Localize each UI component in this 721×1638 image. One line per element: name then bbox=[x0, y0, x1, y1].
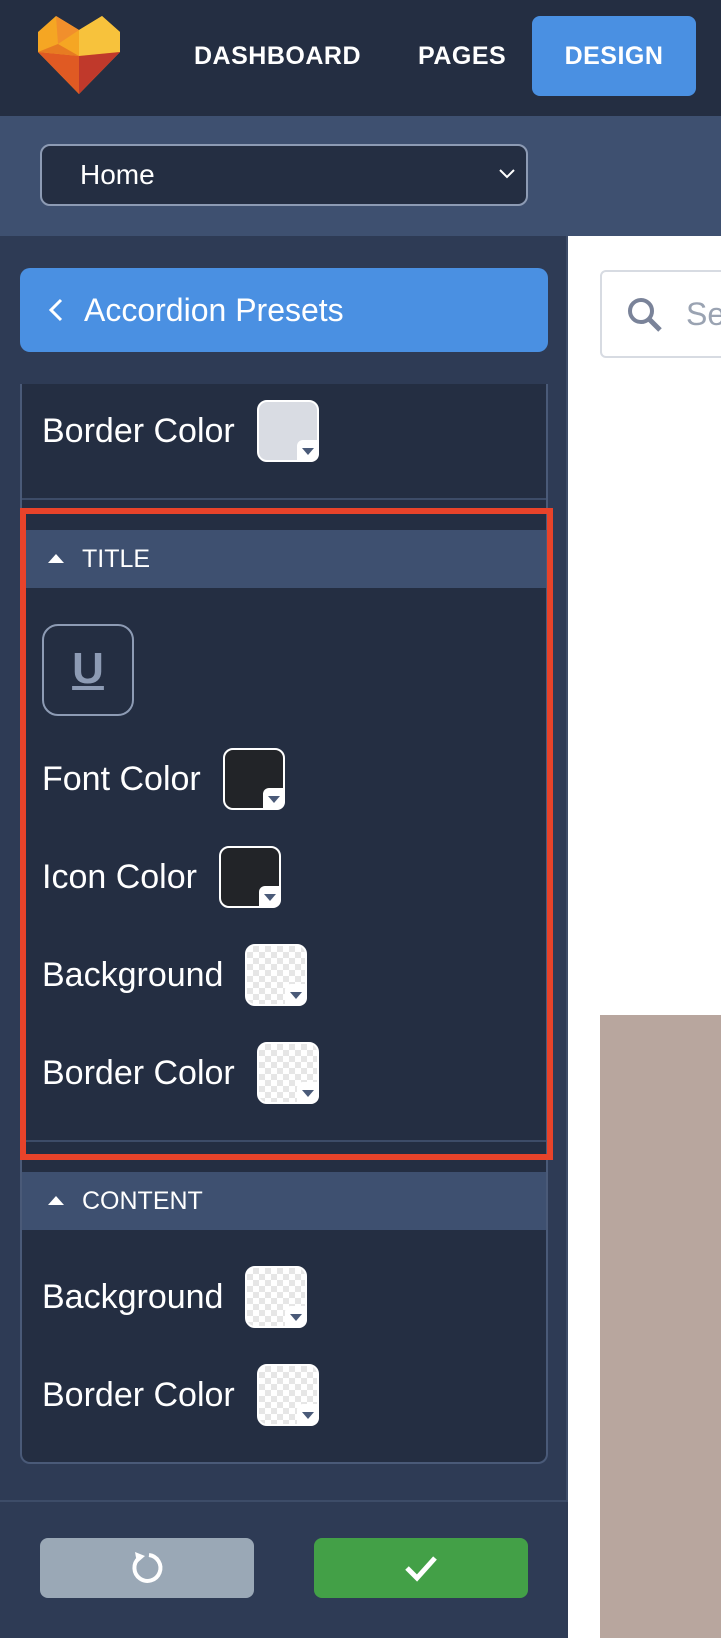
content-border-color-label: Border Color bbox=[42, 1375, 235, 1414]
search-box[interactable]: Sea bbox=[600, 270, 721, 358]
content-border-color-row: Border Color bbox=[42, 1362, 319, 1428]
caret-up-icon bbox=[48, 554, 64, 563]
title-border-color-row: Border Color bbox=[42, 1040, 319, 1106]
icon-color-row: Icon Color bbox=[42, 844, 281, 910]
nav-design[interactable]: DESIGN bbox=[532, 16, 696, 96]
title-border-color-swatch[interactable] bbox=[256, 1042, 319, 1104]
icon-color-swatch[interactable] bbox=[218, 846, 281, 908]
title-section-header[interactable]: TITLE bbox=[22, 530, 546, 588]
preview-image bbox=[600, 1015, 721, 1638]
content-background-swatch[interactable] bbox=[245, 1266, 308, 1328]
content-background-label: Background bbox=[42, 1277, 224, 1316]
logo-icon[interactable] bbox=[38, 16, 120, 96]
content-border-color-swatch[interactable] bbox=[256, 1364, 319, 1426]
content-background-row: Background bbox=[42, 1264, 308, 1330]
dropdown-arrow-icon bbox=[296, 1404, 319, 1426]
dropdown-arrow-icon bbox=[285, 984, 308, 1006]
search-input[interactable]: Sea bbox=[686, 272, 721, 356]
confirm-button[interactable] bbox=[314, 1538, 528, 1598]
title-background-label: Background bbox=[42, 955, 224, 994]
font-color-swatch[interactable] bbox=[222, 748, 285, 810]
icon-color-label: Icon Color bbox=[42, 857, 197, 896]
dropdown-arrow-icon bbox=[296, 440, 319, 462]
font-color-label: Font Color bbox=[42, 759, 201, 798]
back-button-label: Accordion Presets bbox=[84, 292, 344, 328]
title-background-row: Background bbox=[42, 942, 308, 1008]
border-color-label: Border Color bbox=[42, 411, 235, 450]
dropdown-arrow-icon bbox=[296, 1082, 319, 1104]
title-background-swatch[interactable] bbox=[245, 944, 308, 1006]
search-icon bbox=[628, 298, 662, 332]
chevron-down-icon bbox=[499, 169, 515, 179]
content-section-label: CONTENT bbox=[82, 1187, 203, 1215]
check-icon bbox=[405, 1556, 437, 1582]
border-color-row: Border Color bbox=[42, 398, 319, 464]
border-color-swatch[interactable] bbox=[256, 400, 319, 462]
reset-icon bbox=[132, 1552, 163, 1583]
page-select-value: Home bbox=[80, 159, 155, 190]
title-section-label: TITLE bbox=[82, 545, 151, 573]
font-color-row: Font Color bbox=[42, 746, 285, 812]
dropdown-arrow-icon bbox=[258, 886, 281, 908]
nav-dashboard[interactable]: DASHBOARD bbox=[194, 16, 361, 96]
dropdown-arrow-icon bbox=[285, 1306, 308, 1328]
caret-up-icon bbox=[48, 1196, 64, 1205]
page-select[interactable]: Home bbox=[40, 144, 528, 206]
back-button[interactable]: Accordion Presets bbox=[20, 268, 548, 352]
section-divider bbox=[22, 498, 546, 500]
dropdown-arrow-icon bbox=[262, 788, 285, 810]
section-divider bbox=[22, 1140, 546, 1142]
underline-icon: U bbox=[72, 644, 104, 693]
chevron-left-icon bbox=[48, 298, 63, 322]
underline-toggle[interactable]: U bbox=[42, 624, 134, 716]
nav-pages[interactable]: PAGES bbox=[418, 16, 506, 96]
content-section-header[interactable]: CONTENT bbox=[22, 1172, 546, 1230]
reset-button[interactable] bbox=[40, 1538, 254, 1598]
top-navigation: DASHBOARD PAGES DESIGN bbox=[0, 0, 721, 116]
title-border-color-label: Border Color bbox=[42, 1053, 235, 1092]
